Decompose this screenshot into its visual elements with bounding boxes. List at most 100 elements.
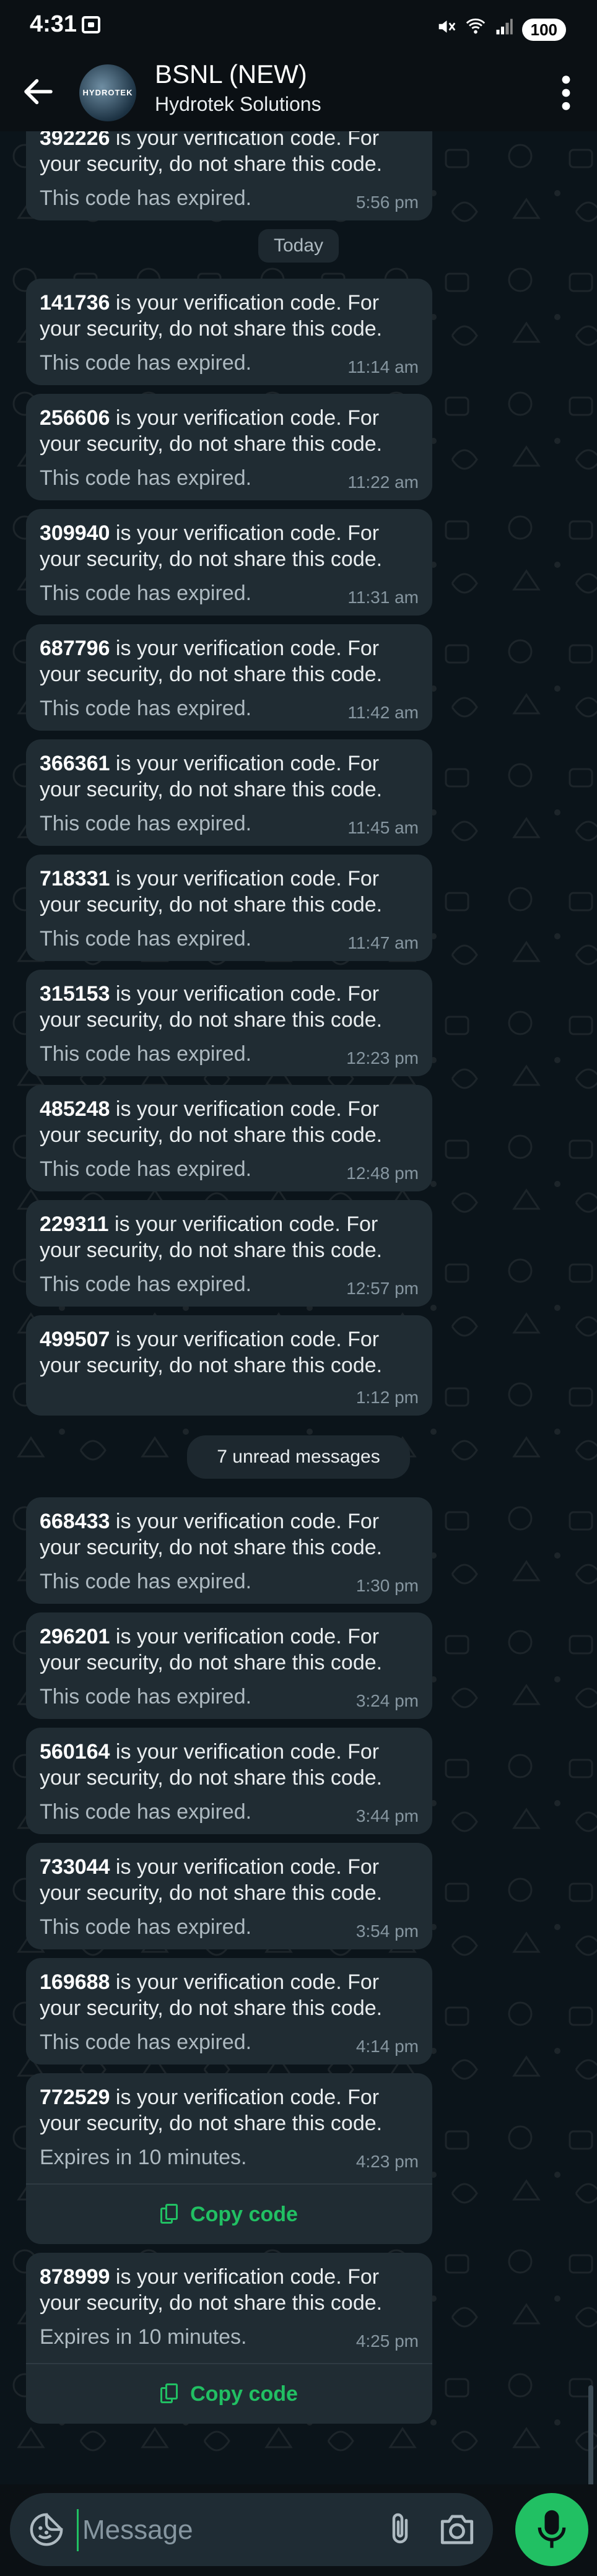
paperclip-icon[interactable] [381, 2510, 419, 2549]
message-time: 11:45 am [347, 818, 419, 837]
unread-messages-separator: 7 unread messages [187, 1435, 410, 1479]
message-bubble[interactable]: 141736 is your verification code. For yo… [26, 279, 432, 385]
code-expiry-status: This code has expired. [40, 927, 252, 951]
message-time: 12:23 pm [346, 1048, 419, 1068]
avatar[interactable]: HYDROTEK [79, 64, 136, 121]
chat-subtitle[interactable]: Hydrotek Solutions [155, 93, 321, 116]
message-time: 3:54 pm [355, 1921, 419, 1941]
verification-code: 229311 [40, 1212, 109, 1236]
message-text: 560164 is your verification code. For yo… [40, 1739, 419, 1791]
message-bubble[interactable]: 485248 is your verification code. For yo… [26, 1085, 432, 1191]
message-text: 485248 is your verification code. For yo… [40, 1096, 419, 1148]
message-time: 3:24 pm [355, 1691, 419, 1710]
message-time: 4:25 pm [355, 2331, 419, 2351]
message-time: 5:56 pm [355, 193, 419, 212]
scrollbar-thumb[interactable] [588, 2385, 593, 2484]
code-expiry-status: This code has expired. [40, 1685, 252, 1708]
message-bubble[interactable]: 366361 is your verification code. For yo… [26, 739, 432, 846]
status-bar: 4:31 100 [0, 0, 597, 54]
verification-code: 141736 [40, 291, 110, 315]
message-text: 169688 is your verification code. For yo… [40, 1969, 419, 2021]
message-bubble[interactable]: 229311 is your verification code. For yo… [26, 1200, 432, 1307]
mute-icon [435, 16, 456, 43]
code-expiry-status: This code has expired. [40, 697, 252, 720]
verification-code: 499507 [40, 1328, 110, 1351]
message-text: 256606 is your verification code. For yo… [40, 405, 419, 457]
message-footer: Expires in 10 minutes. 4:25 pm [40, 2325, 419, 2351]
code-expiry-status: This code has expired. [40, 1915, 252, 1939]
code-expiry-status: This code has expired. [40, 1042, 252, 1066]
arrow-left-icon[interactable] [20, 73, 57, 110]
verification-code: 560164 [40, 1740, 110, 1764]
code-expiry-status: This code has expired. [40, 351, 252, 375]
message-text: 718331 is your verification code. For yo… [40, 866, 419, 918]
message-text: 772529 is your verification code. For yo… [40, 2084, 419, 2136]
message-footer: This code has expired. 11:45 am [40, 811, 419, 837]
message-footer: This code has expired. 4:14 pm [40, 2030, 419, 2056]
verification-code: 485248 [40, 1097, 110, 1121]
message-input[interactable] [77, 2509, 381, 2551]
verification-code: 668433 [40, 1510, 110, 1533]
message-bubble[interactable]: 733044 is your verification code. For yo… [26, 1843, 432, 1949]
message-footer: This code has expired. 11:42 am [40, 696, 419, 722]
message-time: 12:57 pm [346, 1279, 419, 1298]
message-time: 11:42 am [347, 703, 419, 722]
message-footer: This code has expired. 12:48 pm [40, 1157, 419, 1183]
avatar-logo-text: HYDROTEK [82, 88, 133, 97]
message-time: 11:47 am [347, 933, 419, 952]
camera-icon[interactable] [437, 2512, 477, 2548]
message-text: 309940 is your verification code. For yo… [40, 520, 419, 572]
message-bubble[interactable]: 296201 is your verification code. For yo… [26, 1612, 432, 1719]
status-icons: 100 [435, 16, 566, 43]
microphone-icon [538, 2510, 566, 2548]
message-time: 12:48 pm [346, 1164, 419, 1183]
code-expiry-status: This code has expired. [40, 1157, 252, 1181]
message-text: 392226 is your verification code. For yo… [40, 131, 419, 177]
message-field-container[interactable] [10, 2493, 493, 2566]
message-time: 11:14 am [347, 357, 419, 376]
message-footer: This code has expired. 11:14 am [40, 350, 419, 376]
verification-code: 392226 [40, 131, 110, 150]
verification-code: 772529 [40, 2086, 110, 2109]
code-expiry-status: This code has expired. [40, 1800, 252, 1824]
chat-title[interactable]: BSNL (NEW) [155, 59, 307, 89]
chat-area[interactable]: 392226 is your verification code. For yo… [0, 131, 597, 2484]
message-text: 315153 is your verification code. For yo… [40, 981, 419, 1033]
wifi-calling-icon [465, 16, 486, 43]
copy-code-button[interactable]: Copy code [26, 2363, 432, 2424]
message-time: 11:22 am [347, 472, 419, 492]
more-vertical-icon[interactable] [560, 73, 572, 113]
copy-code-label: Copy code [190, 2202, 298, 2226]
message-bubble[interactable]: 718331 is your verification code. For yo… [26, 855, 432, 961]
message-bubble[interactable]: 315153 is your verification code. For yo… [26, 970, 432, 1076]
verification-code: 878999 [40, 2265, 110, 2289]
message-text: 733044 is your verification code. For yo… [40, 1854, 419, 1906]
code-expiry-status: This code has expired. [40, 1570, 252, 1593]
message-bubble[interactable]: 392226 is your verification code. For yo… [26, 131, 432, 220]
message-bubble[interactable]: 772529 is your verification code. For yo… [26, 2073, 432, 2244]
message-footer: This code has expired. 1:30 pm [40, 1569, 419, 1595]
verification-code: 733044 [40, 1855, 110, 1879]
chat-header: HYDROTEK BSNL (NEW) Hydrotek Solutions [0, 54, 597, 131]
code-expiry-status: This code has expired. [40, 812, 252, 835]
message-text: 687796 is your verification code. For yo… [40, 635, 419, 687]
date-separator: Today [258, 229, 339, 263]
copy-code-button[interactable]: Copy code [26, 2183, 432, 2244]
code-expiry-status: This code has expired. [40, 186, 252, 210]
message-bubble[interactable]: 499507 is your verification code. For yo… [26, 1315, 432, 1416]
message-bubble[interactable]: 878999 is your verification code. For yo… [26, 2253, 432, 2424]
message-bubble[interactable]: 169688 is your verification code. For yo… [26, 1958, 432, 2065]
message-footer: This code has expired. 3:54 pm [40, 1915, 419, 1941]
voice-message-button[interactable] [515, 2493, 588, 2566]
message-bubble[interactable]: 687796 is your verification code. For yo… [26, 624, 432, 731]
sticker-smiley-icon[interactable] [28, 2512, 64, 2548]
message-bubble[interactable]: 309940 is your verification code. For yo… [26, 509, 432, 616]
message-text: 499507 is your verification code. For yo… [40, 1326, 419, 1378]
message-bubble[interactable]: 668433 is your verification code. For yo… [26, 1497, 432, 1604]
message-bubble[interactable]: 560164 is your verification code. For yo… [26, 1728, 432, 1834]
message-bubble[interactable]: 256606 is your verification code. For yo… [26, 394, 432, 500]
message-text: 296201 is your verification code. For yo… [40, 1624, 419, 1676]
message-time: 1:30 pm [355, 1576, 419, 1595]
message-footer: This code has expired. 12:23 pm [40, 1042, 419, 1068]
message-text: 141736 is your verification code. For yo… [40, 290, 419, 342]
